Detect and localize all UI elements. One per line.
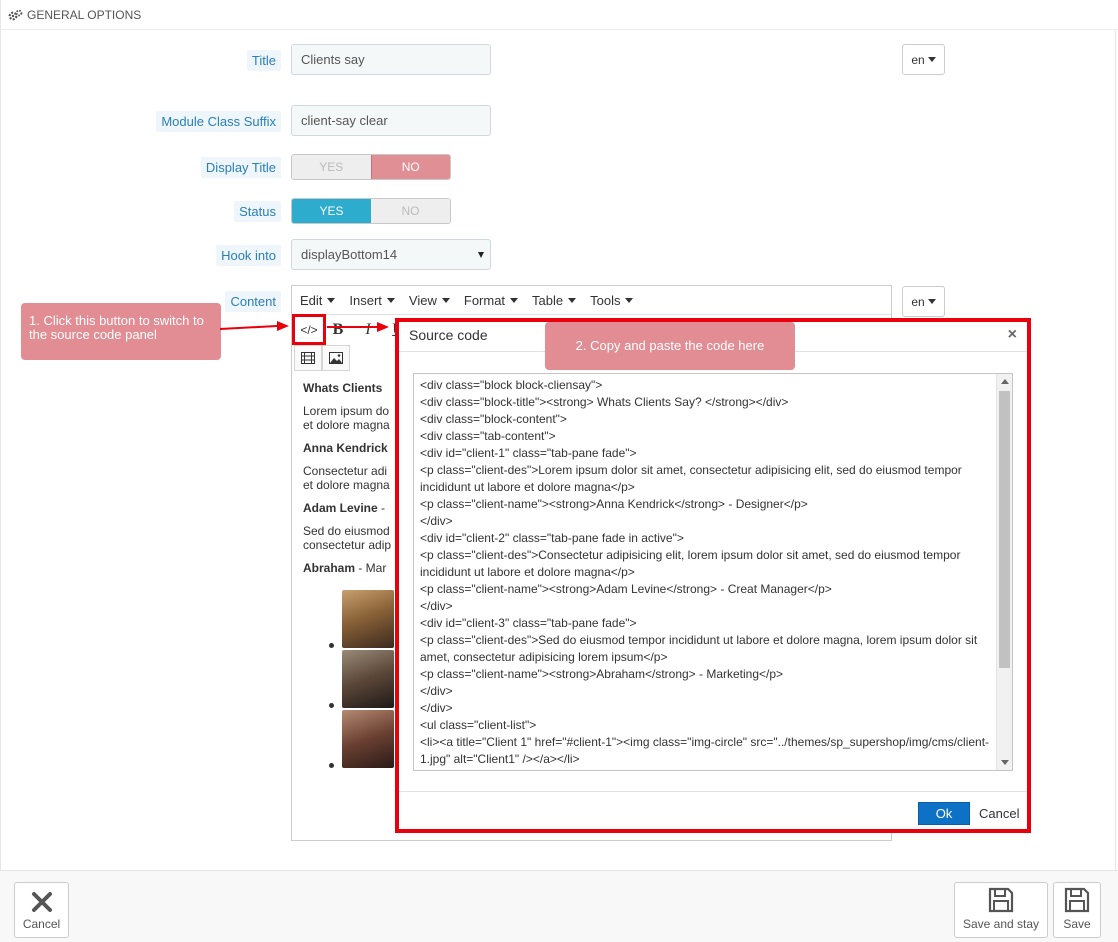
content-p2b: et dolore magna: [303, 478, 390, 492]
close-icon: [31, 892, 52, 912]
menu-edit-label: Edit: [300, 292, 323, 308]
callout-step-2: 2. Copy and paste the code here: [545, 322, 795, 370]
content-name-2: Adam Levine: [303, 501, 378, 515]
content-p1b: et dolore magna: [303, 418, 390, 432]
dialog-cancel-button[interactable]: Cancel: [979, 806, 1019, 821]
menu-edit[interactable]: Edit: [300, 292, 336, 308]
save-icon: [1064, 887, 1090, 913]
scroll-up-icon[interactable]: [1001, 379, 1009, 384]
lang-label: en: [911, 52, 925, 67]
hook-label: Hook into: [216, 245, 281, 266]
hook-select[interactable]: displayBottom14: [291, 239, 491, 270]
dialog-footer-divider: [399, 791, 1027, 792]
menu-table[interactable]: Table: [532, 292, 577, 308]
list-bullet: [329, 763, 334, 768]
caret-down-icon: [927, 299, 936, 304]
ok-button[interactable]: Ok: [918, 802, 970, 825]
menu-format[interactable]: Format: [463, 292, 519, 308]
list-bullet: [329, 643, 334, 648]
panel-left-border: [0, 0, 1, 870]
content-label: Content: [225, 291, 281, 312]
close-icon[interactable]: ×: [1008, 326, 1017, 344]
display-title-no[interactable]: NO: [370, 155, 450, 179]
caret-down-icon: [386, 297, 395, 303]
display-title-label: Display Title: [200, 157, 281, 178]
content-p2a: Consectetur adi: [303, 464, 388, 478]
status-yes[interactable]: YES: [292, 199, 371, 223]
client-1-photo: [342, 590, 394, 648]
editor-content[interactable]: Whats Clients Lorem ipsum do et dolore ma…: [303, 381, 403, 584]
save-icon: [988, 887, 1014, 913]
scroll-thumb[interactable]: [999, 391, 1010, 668]
panel-title: GENERAL OPTIONS: [27, 8, 142, 22]
caret-down-icon: [510, 297, 519, 303]
display-title-switch[interactable]: YES NO: [291, 154, 451, 180]
menu-view[interactable]: View: [409, 293, 450, 308]
image-icon: [329, 352, 343, 364]
title-input[interactable]: Clients say: [291, 44, 491, 75]
content-name-3-suffix: - Mar: [355, 561, 387, 575]
menu-view-label: View: [408, 292, 437, 308]
menu-insert[interactable]: Insert: [349, 293, 395, 308]
content-p3a: Sed do eiusmod: [303, 524, 390, 538]
client-3-photo: [342, 710, 394, 768]
insert-video-button[interactable]: [294, 345, 322, 371]
content-name-3: Abraham: [303, 561, 356, 575]
status-no[interactable]: NO: [371, 199, 450, 223]
menu-tools-label: Tools: [590, 292, 621, 308]
content-heading: Whats Clients: [303, 381, 383, 395]
menu-format-label: Format: [463, 292, 506, 308]
content-name-2-suffix: -: [377, 501, 386, 515]
editor-toolbar-2: [294, 345, 350, 373]
title-lang-button[interactable]: en: [902, 44, 945, 75]
gears-icon: [8, 9, 23, 21]
select-arrow-icon: [478, 252, 484, 258]
hook-value: displayBottom14: [301, 247, 398, 262]
caret-down-icon: [568, 297, 577, 303]
lang-label: en: [911, 294, 925, 309]
cancel-label: Cancel: [22, 917, 61, 931]
source-code-text: <div class="block block-cliensay"> <div …: [420, 378, 990, 766]
save-and-stay-label: Save and stay: [962, 917, 1040, 931]
header-divider: [0, 29, 1118, 30]
menu-tools[interactable]: Tools: [590, 292, 634, 308]
menu-insert-label: Insert: [349, 292, 382, 308]
caret-down-icon: [441, 297, 450, 303]
suffix-input[interactable]: client-say clear: [291, 105, 491, 136]
panel-right-border: [1115, 30, 1116, 870]
save-button[interactable]: Save: [1053, 882, 1101, 938]
content-p3b: consectetur adip: [303, 538, 392, 552]
caret-down-icon: [327, 297, 336, 303]
status-label: Status: [234, 201, 281, 222]
client-2-photo: [342, 650, 394, 708]
save-and-stay-button[interactable]: Save and stay: [954, 882, 1048, 938]
source-code-dialog: Source code × <div class="block block-cl…: [395, 318, 1031, 833]
scroll-down-icon[interactable]: [1001, 760, 1009, 765]
arrow-icon: [219, 321, 389, 332]
insert-image-button[interactable]: [322, 345, 350, 371]
callout-step-1: 1. Click this button to switch to the so…: [21, 303, 221, 360]
caret-down-icon: [927, 57, 936, 62]
content-p1a: Lorem ipsum do: [303, 404, 390, 418]
content-name-1: Anna Kendrick: [303, 441, 388, 455]
film-icon: [301, 352, 315, 364]
dialog-title: Source code: [409, 327, 488, 343]
code-scrollbar[interactable]: [996, 374, 1012, 770]
source-code-textarea[interactable]: <div class="block block-cliensay"> <div …: [413, 373, 1013, 771]
panel-header: GENERAL OPTIONS: [8, 5, 141, 25]
panel-footer: [0, 871, 1118, 942]
caret-down-icon: [625, 297, 634, 303]
save-label: Save: [1063, 917, 1091, 931]
title-label: Title: [246, 50, 281, 71]
cancel-button[interactable]: Cancel: [14, 882, 69, 938]
status-switch[interactable]: YES NO: [291, 198, 451, 224]
display-title-yes[interactable]: YES: [292, 155, 371, 179]
menu-table-label: Table: [532, 292, 564, 308]
list-bullet: [329, 703, 334, 708]
suffix-label: Module Class Suffix: [156, 111, 281, 132]
editor-menubar: Edit Insert View Format Table Tools: [292, 286, 891, 315]
content-lang-button[interactable]: en: [902, 286, 945, 317]
